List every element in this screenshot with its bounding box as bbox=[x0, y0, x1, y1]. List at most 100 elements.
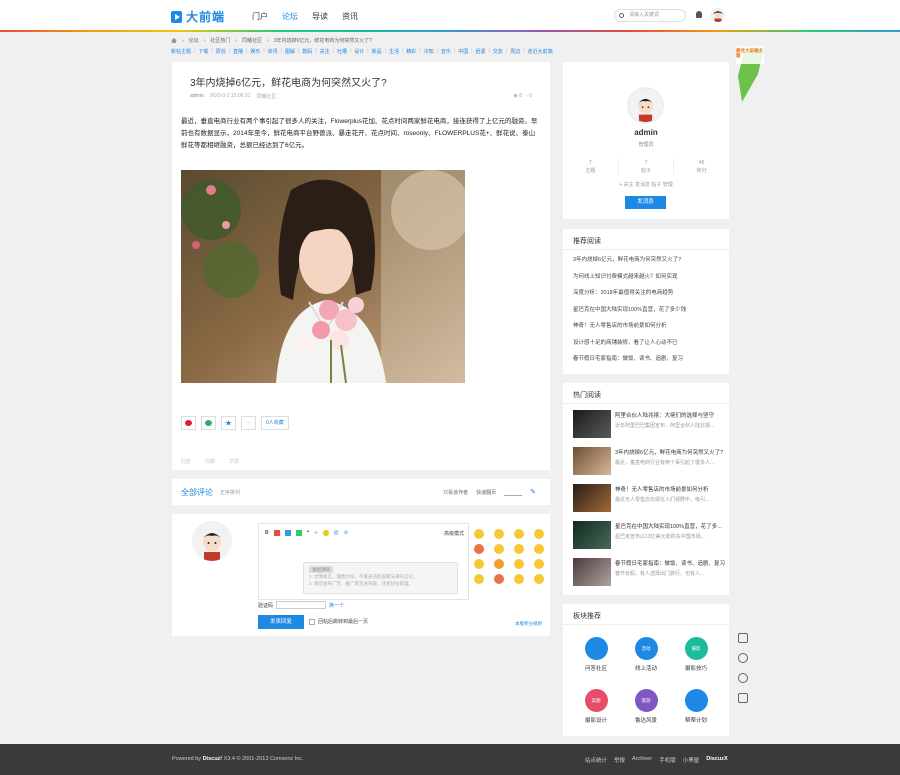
breadcrumb-board[interactable]: 同曦社区 bbox=[242, 37, 262, 44]
list-item[interactable]: 春节假日宅家指南：做饭、读书、追剧、复习 春节长假，有人选择出门旅行，也有人..… bbox=[573, 558, 725, 588]
emoji-icon[interactable] bbox=[322, 530, 329, 536]
report-action[interactable]: 举报 bbox=[229, 458, 239, 465]
nav-item-news[interactable]: 资讯 bbox=[342, 11, 358, 22]
emoji-icon[interactable] bbox=[474, 559, 484, 569]
board-item[interactable]: 旅游 鲁达风景 bbox=[621, 689, 671, 724]
footer-link[interactable]: 站点统计 bbox=[585, 756, 607, 764]
emoji-icon[interactable] bbox=[474, 544, 484, 554]
emoji-icon[interactable] bbox=[534, 544, 544, 554]
refresh-icon[interactable] bbox=[738, 653, 748, 663]
quick-link[interactable]: 新品 bbox=[372, 48, 382, 55]
quick-link[interactable]: 直播 bbox=[233, 48, 243, 55]
more-share-button[interactable]: ··· bbox=[241, 416, 256, 430]
quick-link[interactable]: 资讯 bbox=[268, 48, 278, 55]
emoji-icon[interactable] bbox=[474, 529, 484, 539]
quick-link[interactable]: 中国 bbox=[458, 48, 468, 55]
favorite-action[interactable]: 收藏 bbox=[205, 458, 215, 465]
reply-action[interactable]: 回复 bbox=[181, 458, 191, 465]
board-name[interactable]: 同曦社区 bbox=[257, 93, 277, 100]
pencil-icon[interactable]: ✎ bbox=[530, 488, 536, 496]
send-message-button[interactable]: 发消息 bbox=[625, 196, 666, 209]
board-item[interactable]: 美图 摄影设计 bbox=[571, 689, 621, 724]
quick-link[interactable]: 赶紧 bbox=[476, 48, 486, 55]
quick-link[interactable]: 走近大前端 bbox=[528, 48, 553, 55]
emoji-icon[interactable] bbox=[494, 559, 504, 569]
breadcrumb-current[interactable]: 3年内烧掉6亿元，鲜花电商为何突然又火了? bbox=[274, 37, 372, 44]
list-item[interactable]: 星巴克在中国大陆实现100%直营，花了多少钱 星巴克宣布以13亿美元收购东中国市… bbox=[573, 521, 725, 551]
quick-link[interactable]: 原创 bbox=[216, 48, 226, 55]
reply-textarea[interactable]: B ❝ ‹› @ ⊘ 高级模式 发帖须知 1. 文明发言，理性讨论，不发表违反国… bbox=[258, 523, 469, 600]
nav-item-portal[interactable]: 门户 bbox=[252, 11, 268, 22]
bold-icon[interactable]: B bbox=[265, 530, 269, 536]
list-item[interactable]: 为何线上知识付费模式越来越火？如何实现 bbox=[573, 273, 721, 290]
list-item[interactable]: 设计感十足的商铺装修，看了让人心动不已 bbox=[573, 339, 721, 356]
submit-reply-button[interactable]: 发表回复 bbox=[258, 615, 304, 629]
quick-link[interactable]: 周边 bbox=[510, 48, 520, 55]
reload-icon[interactable] bbox=[738, 673, 748, 683]
quick-link[interactable]: 关注 bbox=[320, 48, 330, 55]
jump-page-input[interactable] bbox=[504, 489, 523, 496]
sort-order-link[interactable]: 正序排列 bbox=[220, 489, 240, 496]
profile-avatar[interactable] bbox=[627, 87, 664, 124]
quick-link[interactable]: 新帖主题 bbox=[171, 48, 191, 55]
stat-posts[interactable]: 7 帖子 bbox=[619, 159, 675, 175]
verify-code-input[interactable] bbox=[276, 601, 327, 609]
breadcrumb-hot[interactable]: 社区热门 bbox=[210, 37, 230, 44]
stat-topics[interactable]: 7 主题 bbox=[563, 159, 619, 175]
footer-link[interactable]: 举报 bbox=[614, 756, 625, 764]
discuz-link[interactable]: Discuz! bbox=[203, 756, 223, 762]
link-icon[interactable] bbox=[295, 530, 302, 536]
emoji-icon[interactable] bbox=[514, 559, 524, 569]
image-icon[interactable] bbox=[284, 530, 291, 536]
author-link[interactable]: admin bbox=[190, 93, 204, 100]
only-author-link[interactable]: 只看该作者 bbox=[443, 489, 468, 496]
board-item[interactable]: 问答社区 bbox=[571, 637, 621, 672]
breadcrumb-forum[interactable]: 论坛 bbox=[189, 37, 199, 44]
emoji-icon[interactable] bbox=[534, 529, 544, 539]
board-item[interactable]: 摄影 摄影技巧 bbox=[671, 637, 721, 672]
home-icon[interactable] bbox=[171, 38, 177, 43]
list-item[interactable]: 深度分析：2018年最值得关注的电商趋势 bbox=[573, 289, 721, 306]
board-item[interactable]: 活动 线上活动 bbox=[621, 637, 671, 672]
quick-link[interactable]: 音乐 bbox=[441, 48, 451, 55]
bell-icon[interactable] bbox=[696, 11, 702, 18]
footer-link[interactable]: DiscuzX bbox=[706, 756, 727, 764]
change-code-link[interactable]: 换一个 bbox=[329, 602, 344, 609]
footer-link[interactable]: Archiver bbox=[632, 756, 652, 764]
weibo-share-button[interactable] bbox=[181, 416, 196, 430]
promo-ribbon[interactable]: 最佳大前端主题 bbox=[734, 46, 766, 102]
code-icon[interactable]: ‹› bbox=[314, 530, 317, 536]
font-color-icon[interactable] bbox=[273, 530, 280, 536]
list-item[interactable]: 神奇！无人零售店的市场前景如何分析 bbox=[573, 322, 721, 339]
emoji-icon[interactable] bbox=[514, 574, 524, 584]
emoji-icon[interactable] bbox=[494, 529, 504, 539]
emoji-icon[interactable] bbox=[534, 559, 544, 569]
emoji-icon[interactable] bbox=[514, 544, 524, 554]
emoji-icon[interactable] bbox=[534, 574, 544, 584]
quick-link[interactable]: 冷知 bbox=[424, 48, 434, 55]
list-icon[interactable] bbox=[738, 693, 748, 703]
search-input[interactable]: 请输入关键词 bbox=[614, 9, 686, 22]
list-item[interactable]: 3年内烧掉6亿元，鲜花电商为何突然又火了? 最近，垂直电商行业有两个事引起了很多… bbox=[573, 447, 725, 477]
board-item[interactable]: 帮帮计划 bbox=[671, 689, 721, 724]
emoji-icon[interactable] bbox=[494, 544, 504, 554]
advanced-mode-link[interactable]: 高级模式 bbox=[444, 530, 464, 537]
list-item[interactable]: 阿里合伙人陆兆禧：大佬们的选择与坚守 近日阿里巴巴集团宣布：阿里合伙人陆兆禧..… bbox=[573, 410, 725, 440]
stat-points[interactable]: 45 积分 bbox=[674, 159, 729, 175]
quick-link[interactable]: 生活 bbox=[389, 48, 399, 55]
nav-item-guide[interactable]: 导读 bbox=[312, 11, 328, 22]
emoji-icon[interactable] bbox=[474, 574, 484, 584]
profile-name[interactable]: admin bbox=[563, 128, 729, 137]
quick-link[interactable]: 娱乐 bbox=[250, 48, 260, 55]
qzone-share-button[interactable] bbox=[221, 416, 236, 430]
favorite-button[interactable]: 0人收藏 bbox=[261, 416, 289, 430]
quick-link[interactable]: 数码 bbox=[302, 48, 312, 55]
quick-link[interactable]: 设计 bbox=[354, 48, 364, 55]
list-item[interactable]: 星巴克在中国大陆实现100%直营，花了多少钱 bbox=[573, 306, 721, 323]
nav-item-forum[interactable]: 论坛 bbox=[282, 11, 298, 22]
emoji-icon[interactable] bbox=[494, 574, 504, 584]
site-logo[interactable]: 大前端 bbox=[171, 8, 225, 25]
list-item[interactable]: 春节假日宅家指南：做饭、读书、追剧、复习 bbox=[573, 355, 721, 372]
list-item[interactable]: 神奇！无人零售店的市场前景如何分析 最近无人零售店出现在人们视野中，吸引... bbox=[573, 484, 725, 514]
edit-icon[interactable] bbox=[738, 633, 748, 643]
